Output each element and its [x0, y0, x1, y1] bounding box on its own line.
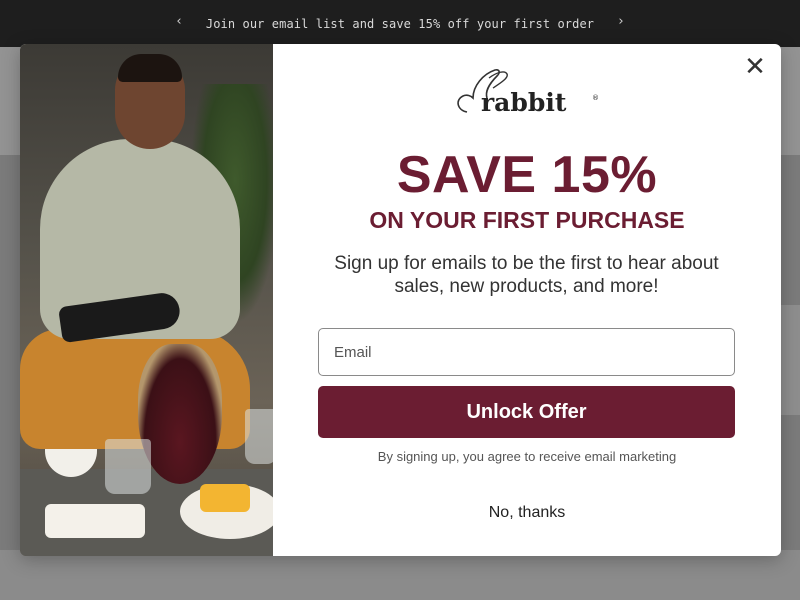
offer-headline: SAVE 15% — [396, 146, 658, 204]
email-input[interactable] — [318, 328, 735, 376]
modal-content: ✕ rabbit ® SAVE 15% ON YOUR FIRST PURCHA… — [273, 44, 781, 556]
no-thanks-button[interactable]: No, thanks — [273, 504, 781, 522]
chevron-left-icon[interactable]: ‹ — [171, 14, 187, 29]
unlock-offer-button[interactable]: Unlock Offer — [318, 386, 735, 438]
offer-subheadline: ON YOUR FIRST PURCHASE — [369, 207, 685, 233]
lifestyle-photo — [20, 44, 273, 556]
chevron-right-icon[interactable]: › — [613, 14, 629, 29]
announcement-text: Join our email list and save 15% off you… — [205, 16, 595, 31]
announcement-bar: ‹ Join our email list and save 15% off y… — [0, 0, 800, 47]
offer-description: Sign up for emails to be the first to he… — [334, 253, 719, 297]
email-signup-modal: ✕ rabbit ® SAVE 15% ON YOUR FIRST PURCHA… — [20, 44, 781, 556]
close-icon[interactable]: ✕ — [743, 54, 767, 80]
legal-text: By signing up, you agree to receive emai… — [377, 449, 677, 464]
svg-text:®: ® — [592, 94, 599, 102]
rabbit-logo: rabbit ® — [457, 69, 599, 117]
svg-text:rabbit: rabbit — [481, 88, 567, 117]
